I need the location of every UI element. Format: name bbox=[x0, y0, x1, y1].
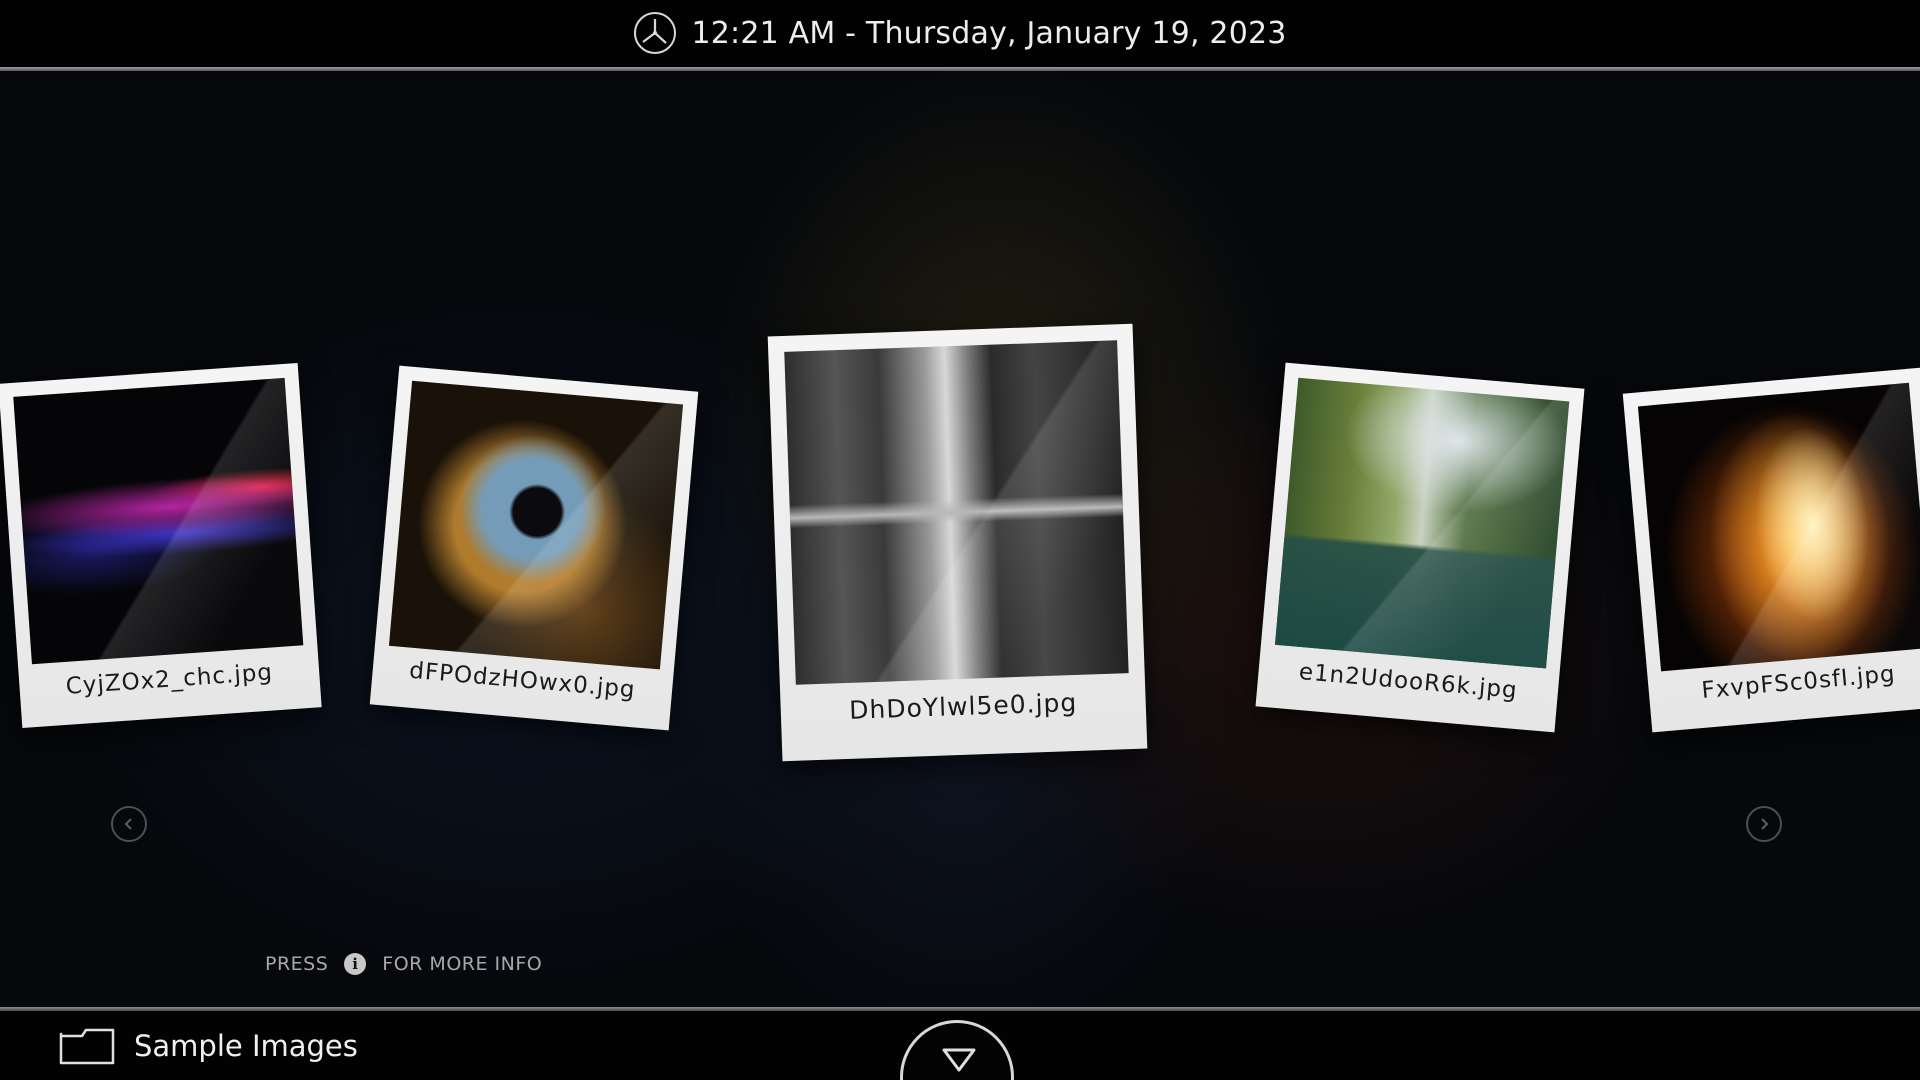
photo-caption: DhDoYlwl5e0.jpg bbox=[848, 687, 1078, 725]
photo-thumbnail bbox=[13, 377, 304, 665]
photo-thumbnail bbox=[1637, 382, 1920, 672]
hint-more-info-text: FOR MORE INFO bbox=[382, 953, 543, 975]
next-button[interactable] bbox=[1746, 806, 1782, 842]
previous-button[interactable] bbox=[111, 806, 147, 842]
clock-icon bbox=[634, 12, 677, 54]
photo-thumbnail bbox=[1274, 377, 1570, 669]
folder-icon bbox=[59, 1028, 115, 1065]
folder-label: Sample Images bbox=[134, 1029, 358, 1063]
photo-thumbnail bbox=[784, 340, 1129, 685]
hint-press-text: PRESS bbox=[265, 953, 329, 975]
top-divider bbox=[0, 67, 1920, 71]
current-folder[interactable]: Sample Images bbox=[58, 1026, 358, 1066]
info-icon: i bbox=[344, 953, 367, 975]
photo-thumbnail bbox=[388, 380, 684, 670]
triangle-down-icon bbox=[942, 1048, 976, 1072]
photo-card[interactable]: FxvpFSc0sfI.jpg bbox=[1622, 367, 1920, 733]
info-hint: PRESS i FOR MORE INFO bbox=[265, 953, 542, 975]
date-time-text: 12:21 AM - Thursday, January 19, 2023 bbox=[691, 15, 1287, 51]
clock-display: 12:21 AM - Thursday, January 19, 2023 bbox=[0, 0, 1920, 66]
photo-card[interactable]: dFPOdzHOwx0.jpg bbox=[369, 365, 699, 731]
photo-browser-screen: 12:21 AM - Thursday, January 19, 2023 Cy… bbox=[0, 0, 1920, 1080]
chevron-right-icon bbox=[1761, 818, 1769, 830]
photo-card[interactable]: CyjZOx2_chc.jpg bbox=[0, 362, 322, 729]
photo-caption: CyjZOx2_chc.jpg bbox=[65, 659, 274, 700]
photo-card-selected[interactable]: DhDoYlwl5e0.jpg bbox=[767, 323, 1148, 762]
photo-card[interactable]: e1n2UdooR6k.jpg bbox=[1255, 362, 1585, 733]
chevron-left-icon bbox=[124, 818, 132, 830]
